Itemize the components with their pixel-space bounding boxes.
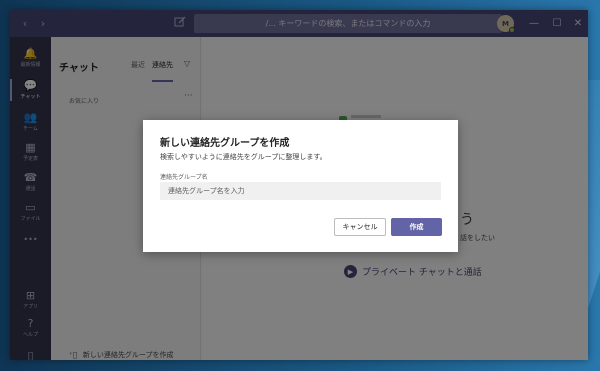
dialog-title: 新しい連絡先グループを作成	[160, 138, 290, 149]
dialog-description: 検索しやすいように連絡先をグループに整理します。	[160, 153, 327, 161]
create-button[interactable]: 作成	[391, 218, 442, 236]
cancel-button[interactable]: キャンセル	[334, 218, 386, 236]
group-name-label: 連絡先グループ名	[160, 174, 208, 181]
group-name-input[interactable]	[160, 182, 441, 200]
create-contact-group-dialog: 新しい連絡先グループを作成 検索しやすいように連絡先をグループに整理します。 連…	[143, 120, 458, 252]
